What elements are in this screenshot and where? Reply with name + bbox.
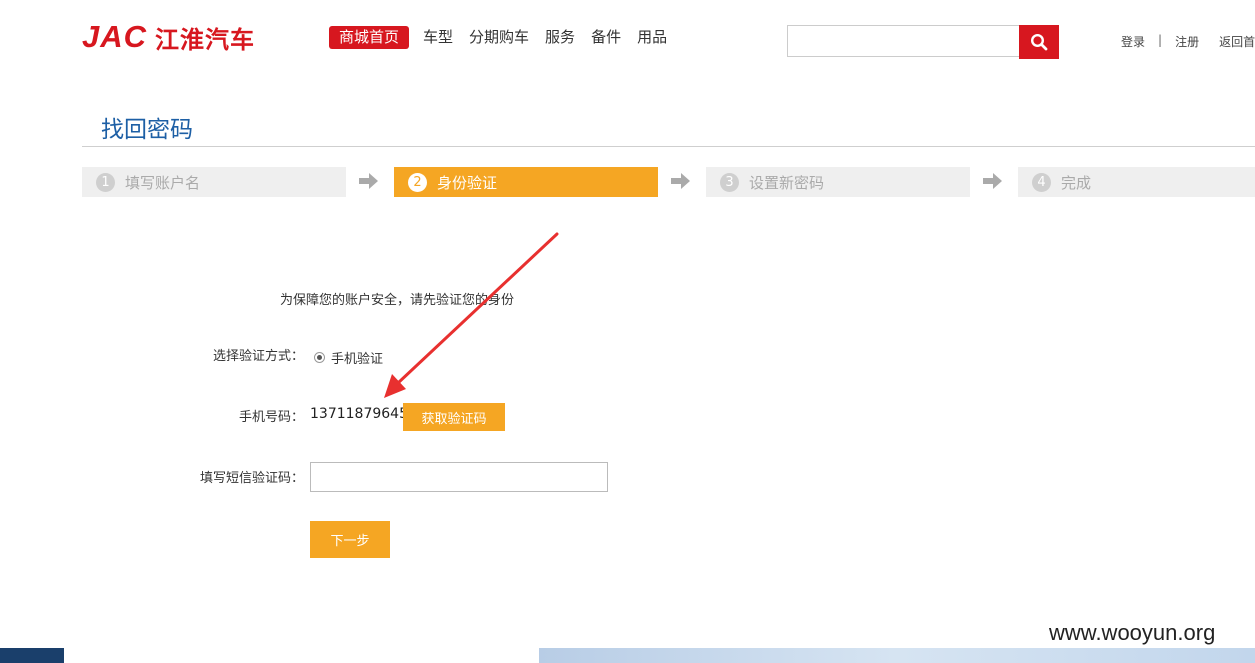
step-4-label: 完成: [1061, 173, 1092, 192]
step-3-number: 3: [720, 172, 739, 192]
phone-number: 13711879645: [310, 406, 408, 422]
step-3: 3 设置新密码: [706, 167, 970, 197]
nav-item-accessories[interactable]: 用品: [637, 26, 667, 49]
page-title: 找回密码: [101, 117, 193, 143]
sms-code-label: 填写短信验证码：: [199, 471, 304, 486]
search-button[interactable]: [1019, 25, 1059, 59]
sms-code-input[interactable]: [310, 462, 608, 492]
phone-label: 手机号码：: [238, 410, 304, 425]
step-1-number: 1: [96, 172, 115, 192]
security-notice: 为保障您的账户安全，请先验证您的身份: [280, 293, 515, 308]
search-input[interactable]: [787, 25, 1019, 57]
nav-item-models[interactable]: 车型: [423, 26, 453, 49]
register-link[interactable]: 注册: [1175, 33, 1199, 50]
jac-logo[interactable]: JAC 江淮汽车: [82, 19, 256, 54]
step-arrow-icon: [671, 173, 690, 189]
logo-text-en: JAC: [82, 19, 148, 54]
footer-banner-left: [0, 648, 64, 663]
step-3-label: 设置新密码: [749, 173, 825, 192]
link-separator: |: [1158, 33, 1163, 47]
title-divider: [82, 146, 1255, 147]
nav-item-installment[interactable]: 分期购车: [469, 26, 529, 49]
step-2-number: 2: [408, 172, 427, 192]
watermark: www.wooyun.org: [1049, 620, 1216, 645]
annotation-arrow-icon: [384, 232, 559, 398]
nav-item-service[interactable]: 服务: [545, 26, 575, 49]
get-code-button[interactable]: 获取验证码: [403, 403, 505, 431]
method-label: 选择验证方式：: [212, 349, 304, 364]
footer-banner-right: [539, 648, 1255, 663]
nav-item-parts[interactable]: 备件: [591, 26, 621, 49]
main-nav: 商城首页 车型 分期购车 服务 备件 用品: [329, 26, 683, 49]
step-2: 2 身份验证: [394, 167, 658, 197]
step-4: 4 完成: [1018, 167, 1255, 197]
search-icon: [1030, 33, 1048, 51]
phone-verify-option[interactable]: 手机验证: [314, 348, 383, 367]
step-1-label: 填写账户名: [125, 173, 201, 192]
radio-button[interactable]: [314, 352, 325, 363]
step-1: 1 填写账户名: [82, 167, 346, 197]
step-arrow-icon: [983, 173, 1002, 189]
method-option-label: 手机验证: [331, 352, 384, 367]
step-4-number: 4: [1032, 172, 1051, 192]
next-step-button[interactable]: 下一步: [310, 521, 390, 558]
radio-selected-dot: [317, 355, 322, 360]
login-link[interactable]: 登录: [1121, 33, 1145, 50]
step-2-label: 身份验证: [437, 173, 498, 192]
logo-text-cn: 江淮汽车: [155, 25, 256, 54]
top-links: 登录 | 注册 返回首: [1121, 33, 1255, 50]
step-arrow-icon: [359, 173, 378, 189]
back-home-link[interactable]: 返回首: [1219, 33, 1255, 50]
nav-item-mall-home[interactable]: 商城首页: [329, 26, 410, 49]
